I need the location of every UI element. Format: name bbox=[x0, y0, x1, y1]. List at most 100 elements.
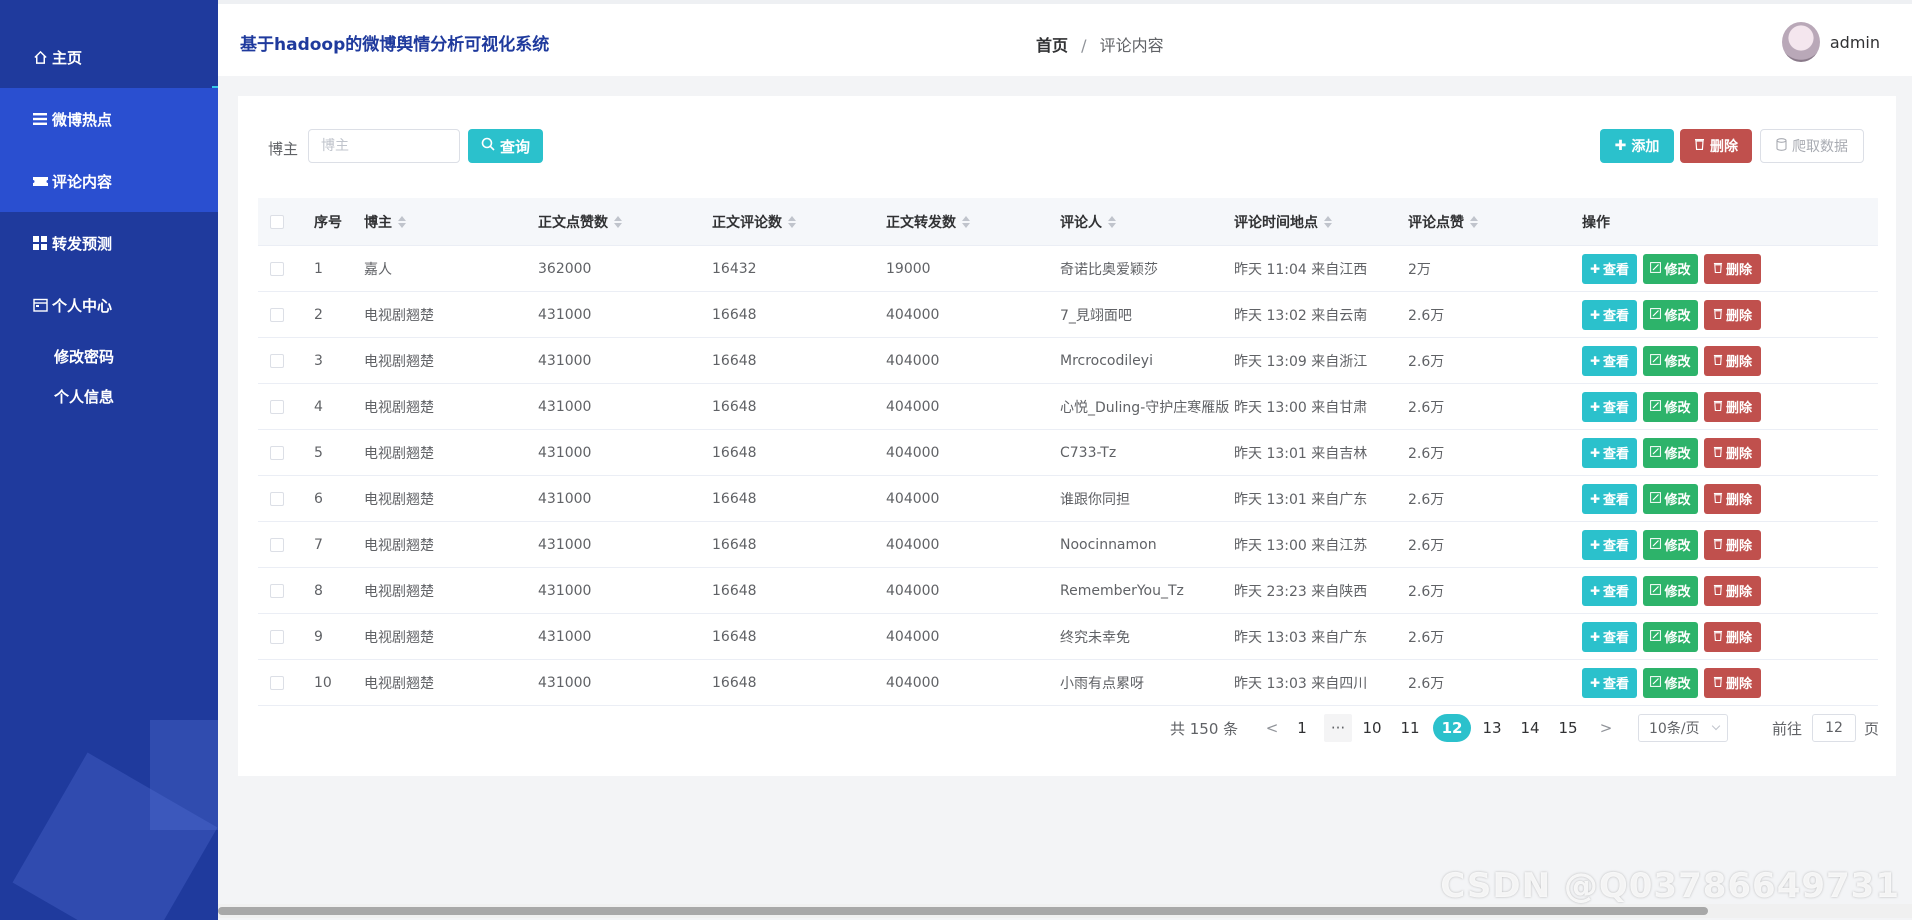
next-page-button[interactable]: > bbox=[1596, 714, 1616, 742]
batch-delete-button[interactable]: 删除 bbox=[1680, 129, 1752, 163]
edit-icon bbox=[1650, 307, 1662, 322]
view-button[interactable]: ✚ 查看 bbox=[1582, 391, 1637, 422]
edit-button[interactable]: 修改 bbox=[1643, 299, 1698, 330]
delete-button[interactable]: 删除 bbox=[1704, 621, 1761, 652]
row-checkbox[interactable] bbox=[270, 261, 284, 276]
edit-button[interactable]: 修改 bbox=[1643, 667, 1698, 698]
row-checkbox[interactable] bbox=[270, 537, 284, 552]
delete-button[interactable]: 删除 bbox=[1704, 575, 1761, 606]
page-1[interactable]: 1 bbox=[1286, 714, 1318, 742]
view-button[interactable]: ✚ 查看 bbox=[1582, 253, 1637, 284]
page-12-current[interactable]: 12 bbox=[1433, 714, 1471, 742]
sort-icon[interactable] bbox=[614, 215, 622, 228]
sort-icon[interactable] bbox=[398, 215, 406, 228]
sort-icon[interactable] bbox=[962, 215, 970, 228]
plus-icon: ✚ bbox=[1589, 583, 1601, 598]
page-11[interactable]: 11 bbox=[1394, 714, 1426, 742]
view-button[interactable]: ✚ 查看 bbox=[1582, 299, 1637, 330]
table-row: 4 电视剧翘楚 431000 16648 404000 心悦_Duling-守护庄寒雁版昨… bbox=[258, 384, 1878, 430]
view-button[interactable]: ✚ 查看 bbox=[1582, 667, 1637, 698]
sidebar-item-comments[interactable]: 评论内容 bbox=[0, 150, 218, 212]
delete-button[interactable]: 删除 bbox=[1704, 667, 1761, 698]
row-checkbox[interactable] bbox=[270, 629, 284, 644]
cell-forwards: 404000 bbox=[886, 674, 940, 691]
breadcrumb-separator: / bbox=[1081, 36, 1087, 55]
delete-button[interactable]: 删除 bbox=[1704, 483, 1761, 514]
cell-comments: 16648 bbox=[712, 398, 757, 415]
sidebar-item-home[interactable]: 主页 bbox=[0, 26, 218, 88]
page-10[interactable]: 10 bbox=[1356, 714, 1388, 742]
crawl-data-button[interactable]: 爬取数据 bbox=[1760, 129, 1864, 163]
prev-page-button[interactable]: < bbox=[1262, 714, 1282, 742]
edit-button[interactable]: 修改 bbox=[1643, 391, 1698, 422]
col-commenter[interactable]: 评论人 bbox=[1060, 198, 1116, 245]
scrollbar-thumb[interactable] bbox=[218, 907, 1708, 915]
view-button[interactable]: ✚ 查看 bbox=[1582, 621, 1637, 652]
breadcrumb-home[interactable]: 首页 bbox=[1036, 36, 1068, 55]
view-button[interactable]: ✚ 查看 bbox=[1582, 345, 1637, 376]
row-checkbox[interactable] bbox=[270, 491, 284, 506]
page-size-select[interactable]: 10条/页 bbox=[1638, 714, 1728, 742]
delete-button[interactable]: 删除 bbox=[1704, 345, 1761, 376]
sort-icon[interactable] bbox=[1108, 215, 1116, 228]
row-checkbox[interactable] bbox=[270, 399, 284, 414]
page-14[interactable]: 14 bbox=[1514, 714, 1546, 742]
page-13[interactable]: 13 bbox=[1476, 714, 1508, 742]
username[interactable]: admin bbox=[1830, 33, 1880, 52]
page-more-icon[interactable]: ··· bbox=[1324, 714, 1352, 742]
goto-page-input[interactable] bbox=[1812, 714, 1856, 742]
col-likes[interactable]: 正文点赞数 bbox=[538, 198, 622, 245]
sort-icon[interactable] bbox=[1470, 215, 1478, 228]
col-comment-time-location[interactable]: 评论时间地点 bbox=[1234, 198, 1332, 245]
cell-comments: 16648 bbox=[712, 306, 757, 323]
col-comments[interactable]: 正文评论数 bbox=[712, 198, 796, 245]
blogger-search-input[interactable] bbox=[308, 129, 460, 163]
row-checkbox[interactable] bbox=[270, 675, 284, 690]
col-forwards[interactable]: 正文转发数 bbox=[886, 198, 970, 245]
add-button[interactable]: ✚ 添加 bbox=[1600, 129, 1674, 163]
horizontal-scrollbar[interactable] bbox=[218, 904, 1912, 918]
delete-button[interactable]: 删除 bbox=[1704, 299, 1761, 330]
row-checkbox[interactable] bbox=[270, 583, 284, 598]
view-button[interactable]: ✚ 查看 bbox=[1582, 575, 1637, 606]
row-checkbox[interactable] bbox=[270, 445, 284, 460]
delete-button[interactable]: 删除 bbox=[1704, 253, 1761, 284]
edit-button[interactable]: 修改 bbox=[1643, 621, 1698, 652]
edit-button[interactable]: 修改 bbox=[1643, 345, 1698, 376]
row-checkbox[interactable] bbox=[270, 353, 284, 368]
delete-button[interactable]: 删除 bbox=[1704, 391, 1761, 422]
sidebar-subitem-change-password[interactable]: 修改密码 bbox=[54, 346, 114, 367]
edit-button[interactable]: 修改 bbox=[1643, 253, 1698, 284]
user-menu[interactable]: admin bbox=[1781, 22, 1880, 62]
row-actions: ✚ 查看 修改 删除 bbox=[1582, 384, 1767, 429]
sidebar-item-weibo-hot[interactable]: 微博热点 bbox=[0, 88, 218, 150]
trash-icon bbox=[1713, 354, 1723, 368]
sidebar-item-forward-predict[interactable]: 转发预测 bbox=[0, 212, 218, 274]
edit-button[interactable]: 修改 bbox=[1643, 437, 1698, 468]
avatar[interactable] bbox=[1781, 22, 1820, 62]
delete-button[interactable]: 删除 bbox=[1704, 437, 1761, 468]
col-comment-likes[interactable]: 评论点赞 bbox=[1408, 198, 1478, 245]
view-button[interactable]: ✚ 查看 bbox=[1582, 483, 1637, 514]
query-button[interactable]: 查询 bbox=[468, 129, 543, 163]
view-button[interactable]: ✚ 查看 bbox=[1582, 529, 1637, 560]
select-all-checkbox[interactable] bbox=[270, 214, 284, 229]
sidebar-item-personal-center[interactable]: 个人中心 bbox=[0, 274, 218, 336]
sort-icon[interactable] bbox=[788, 215, 796, 228]
pagination: 共 150 条 < 1 ··· 10 11 12 13 14 15 > 10条/… bbox=[238, 714, 1896, 742]
sort-icon[interactable] bbox=[1324, 215, 1332, 228]
col-blogger[interactable]: 博主 bbox=[364, 198, 406, 245]
plus-icon: ✚ bbox=[1589, 537, 1601, 552]
edit-label: 修改 bbox=[1664, 631, 1691, 646]
edit-button[interactable]: 修改 bbox=[1643, 483, 1698, 514]
cell-likes: 431000 bbox=[538, 674, 592, 691]
edit-button[interactable]: 修改 bbox=[1643, 575, 1698, 606]
cell-forwards: 404000 bbox=[886, 398, 940, 415]
edit-button[interactable]: 修改 bbox=[1643, 529, 1698, 560]
page-15[interactable]: 15 bbox=[1552, 714, 1584, 742]
row-checkbox[interactable] bbox=[270, 307, 284, 322]
view-button[interactable]: ✚ 查看 bbox=[1582, 437, 1637, 468]
delete-button[interactable]: 删除 bbox=[1704, 529, 1761, 560]
cell-comment-likes: 2.6万 bbox=[1408, 399, 1445, 416]
sidebar-subitem-personal-info[interactable]: 个人信息 bbox=[54, 386, 114, 407]
